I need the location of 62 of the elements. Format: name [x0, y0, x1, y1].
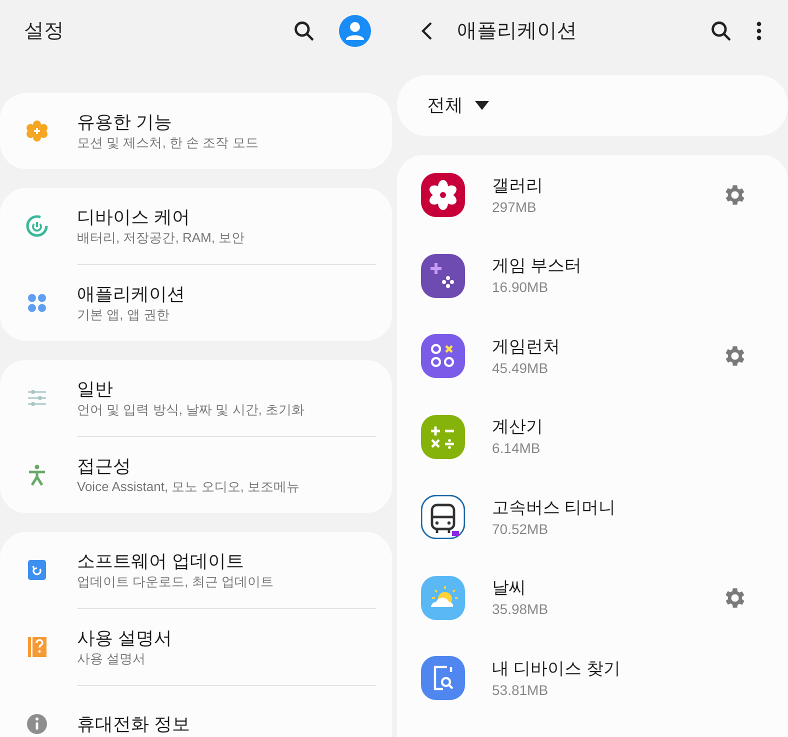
search-icon[interactable]	[293, 20, 315, 42]
app-size: 45.49MB	[492, 358, 550, 378]
settings-item[interactable]: 디바이스 케어 배터리, 저장공간, RAM, 보안	[0, 188, 392, 264]
flower-app-icon	[421, 173, 465, 218]
item-subtitle: 기본 앱, 앱 권한	[77, 306, 170, 324]
item-title: 유용한 기능	[77, 111, 174, 134]
phone-search-app-icon	[421, 656, 465, 700]
item-title: 휴대전화 정보	[77, 713, 190, 736]
item-title: 소프트웨어 업데이트	[77, 550, 246, 573]
item-title: 디바이스 케어	[77, 206, 192, 229]
settings-item[interactable]: 일반 언어 및 입력 방식, 날짜 및 시간, 초기화	[0, 360, 392, 436]
app-row[interactable]: 고속버스 티머니 70.52MB	[397, 477, 788, 558]
settings-item[interactable]: 소프트웨어 업데이트 업데이트 다운로드, 최근 업데이트	[0, 532, 392, 608]
app-size: 53.81MB	[492, 680, 550, 700]
caret-icon	[475, 101, 489, 110]
app-size: 16.90MB	[492, 278, 550, 298]
item-title: 사용 설명서	[77, 627, 172, 650]
settings-item[interactable]: 접근성 Voice Assistant, 모노 오디오, 보조메뉴	[0, 437, 392, 513]
bus-app-icon	[421, 495, 465, 540]
item-title: 접근성	[77, 455, 132, 478]
item-subtitle: 모션 및 제스처, 한 손 조작 모드	[77, 134, 258, 152]
app-name: 갤러리	[492, 174, 543, 197]
item-title: 애플리케이션	[77, 283, 185, 306]
profile-avatar-icon[interactable]	[339, 15, 371, 47]
app-name: 계산기	[492, 416, 543, 438]
item-subtitle: 사용 설명서	[77, 650, 147, 668]
app-row[interactable]: 게임 부스터 16.90MB	[397, 236, 788, 316]
app-row[interactable]: 날씨 35.98MB	[397, 558, 788, 638]
app-name: 게임 부스터	[492, 255, 582, 278]
app-row[interactable]: 게임런처 45.49MB	[397, 316, 788, 396]
item-subtitle: Voice Assistant, 모노 오디오, 보조메뉴	[77, 478, 300, 496]
app-row[interactable]: 갤러리 297MB	[397, 155, 788, 236]
app-size: 35.98MB	[492, 600, 548, 620]
app-row[interactable]: 내 디바이스 찾기 53.81MB	[397, 638, 788, 718]
search-icon[interactable]	[710, 20, 732, 42]
app-size: 70.52MB	[492, 520, 550, 539]
settings-item[interactable]: 유용한 기능 모션 및 제스처, 한 손 조작 모드	[0, 93, 392, 169]
filter-dropdown[interactable]: 전체	[397, 75, 788, 136]
back-icon[interactable]	[419, 21, 435, 41]
item-subtitle: 언어 및 입력 방식, 날짜 및 시간, 초기화	[77, 401, 305, 419]
settings-item[interactable]: 사용 설명서 사용 설명서	[0, 609, 392, 685]
sun-cloud-app-icon	[421, 576, 465, 620]
screen-title: 설정	[24, 19, 64, 44]
app-name: 고속버스 티머니	[492, 496, 616, 519]
app-name: 내 디바이스 찾기	[492, 658, 620, 680]
calculator-app-icon	[421, 414, 465, 459]
gamepad-app-icon	[421, 254, 465, 298]
app-name: 게임런처	[492, 336, 560, 358]
item-subtitle: 업데이트 다운로드, 최근 업데이트	[77, 573, 274, 591]
refresh-ring-icon	[24, 214, 48, 238]
settings-item[interactable]: 애플리케이션 기본 앱, 앱 권한	[0, 265, 392, 341]
app-row[interactable]: 계산기 6.14MB	[397, 396, 788, 477]
item-title: 일반	[77, 378, 114, 401]
app-size: 297MB	[492, 198, 538, 217]
item-subtitle: 배터리, 저장공간, RAM, 보안	[77, 229, 245, 247]
flower-plus-icon	[24, 119, 48, 143]
settings-item[interactable]: 휴대전화 정보	[0, 686, 392, 737]
app-size: 6.14MB	[492, 439, 542, 458]
tic-tac-toe-app-icon	[421, 334, 465, 378]
app-name: 날씨	[492, 577, 527, 600]
more-options-icon[interactable]	[756, 21, 762, 41]
screen-title: 애플리케이션	[457, 19, 577, 44]
